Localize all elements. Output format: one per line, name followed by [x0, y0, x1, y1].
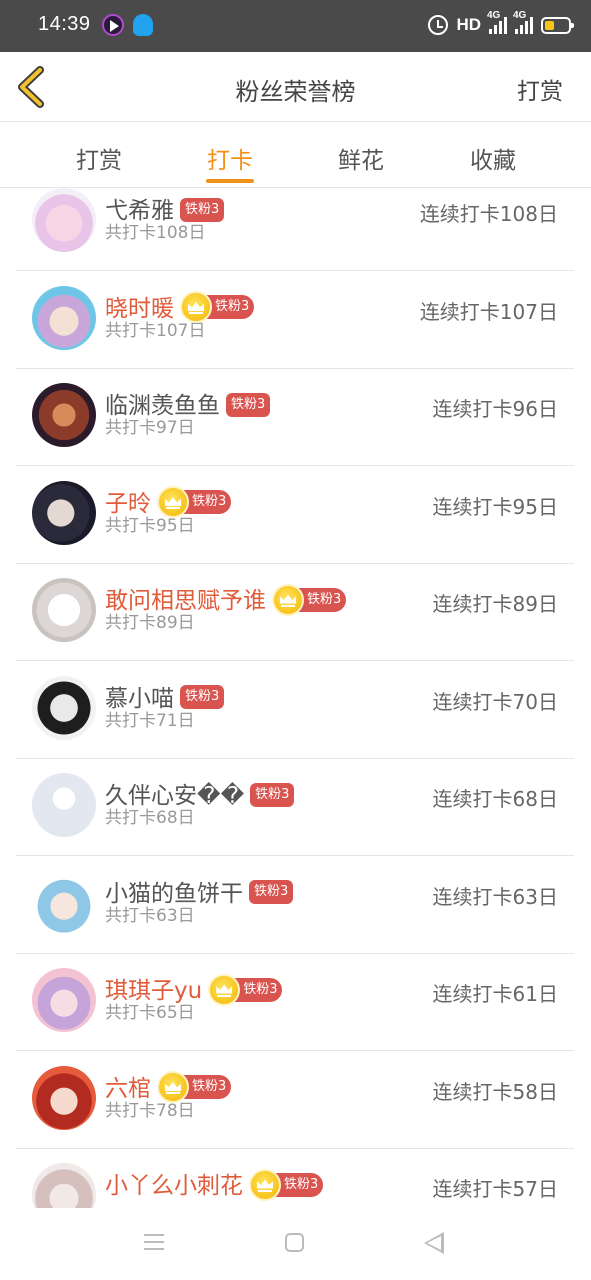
fan-level-badge: 铁粉3 [250, 782, 295, 807]
signal-label: 4G [513, 10, 527, 21]
avatar[interactable] [32, 188, 96, 252]
crown-icon [180, 291, 212, 323]
hd-label: HD [456, 15, 481, 34]
list-item[interactable]: 子昤 铁粉3 共打卡95日 连续打卡95日 [16, 466, 574, 564]
fan-badges: 铁粉3 [180, 291, 255, 323]
fan-badges: 铁粉3 [249, 880, 294, 904]
video-app-icon [102, 14, 124, 36]
streak-count: 连续打卡96日 [432, 397, 558, 421]
fan-name-text: 小丫么小刺花 [105, 1173, 243, 1199]
signal-label: 4G [487, 10, 501, 21]
list-item[interactable]: 小丫么小刺花 铁粉3 连续打卡57日 [16, 1148, 574, 1208]
list-item[interactable]: 弋希雅 铁粉3 共打卡108日 连续打卡108日 [16, 188, 574, 271]
streak-count: 连续打卡68日 [432, 787, 558, 811]
status-time: 14:39 [38, 13, 91, 35]
list-item[interactable]: 六棺 铁粉3 共打卡78日 连续打卡58日 [16, 1051, 574, 1149]
home-icon[interactable] [285, 1233, 304, 1252]
tab-bar: 打赏 打卡 鲜花 收藏 [0, 123, 591, 188]
list-item[interactable]: 临渊羡鱼鱼 铁粉3 共打卡97日 连续打卡96日 [16, 368, 574, 466]
avatar[interactable] [32, 285, 96, 350]
streak-count: 连续打卡89日 [432, 592, 558, 616]
status-indicators: HD 4G 4G [428, 10, 574, 38]
fan-level-badge: 铁粉3 [249, 880, 294, 904]
avatar[interactable] [32, 773, 96, 837]
fan-badges: 铁粉3 [208, 973, 283, 1006]
battery-icon [541, 16, 574, 34]
fan-badges: 铁粉3 [226, 392, 271, 417]
list-item[interactable]: 敢问相思赋予谁 铁粉3 共打卡89日 连续打卡89日 [16, 563, 574, 661]
list-item[interactable]: 晓时暖 铁粉3 共打卡107日 连续打卡107日 [16, 271, 574, 369]
list-item[interactable]: 琪琪子yu 铁粉3 共打卡65日 连续打卡61日 [16, 953, 574, 1051]
crown-icon [272, 583, 304, 616]
avatar[interactable] [32, 383, 96, 447]
fan-level-badge: 铁粉3 [226, 392, 271, 417]
avatar[interactable] [32, 578, 96, 642]
status-bar: 14:39 HD 4G 4G [0, 0, 591, 52]
alarm-icon [428, 15, 449, 35]
fan-name: 小丫么小刺花 铁粉3 [105, 1166, 324, 1203]
fan-badges: 铁粉3 [249, 1168, 324, 1201]
streak-count: 连续打卡58日 [432, 1079, 558, 1104]
fan-level-badge: 铁粉3 [298, 587, 347, 612]
total-checkins: 共打卡89日 [105, 613, 195, 633]
fan-level-badge: 铁粉3 [234, 977, 283, 1002]
signal-icon: 4G [513, 10, 533, 34]
tab-flowers[interactable]: 鲜花 [311, 141, 411, 175]
fan-level-badge: 铁粉3 [206, 295, 255, 319]
total-checkins: 共打卡68日 [105, 808, 195, 828]
avatar[interactable] [32, 675, 96, 740]
tab-underline [206, 179, 254, 183]
fan-badges: 铁粉3 [272, 583, 347, 616]
streak-count: 连续打卡70日 [432, 689, 558, 714]
tab-reward[interactable]: 打赏 [49, 141, 149, 175]
list-item[interactable]: 久伴心安�� 铁粉3 共打卡68日 连续打卡68日 [16, 758, 574, 856]
avatar[interactable] [32, 480, 96, 545]
avatar[interactable] [32, 1163, 96, 1208]
total-checkins: 共打卡108日 [105, 223, 206, 243]
fan-badges: 铁粉3 [250, 782, 295, 807]
streak-count: 连续打卡57日 [432, 1177, 558, 1201]
list-item[interactable]: 慕小喵 铁粉3 共打卡71日 连续打卡70日 [16, 661, 574, 759]
header: 粉丝荣誉榜 打赏 [0, 52, 591, 122]
tab-checkin[interactable]: 打卡 [180, 141, 280, 175]
total-checkins: 共打卡71日 [105, 710, 195, 731]
system-nav-bar [0, 1208, 591, 1280]
streak-count: 连续打卡63日 [432, 884, 558, 909]
total-checkins: 共打卡63日 [105, 905, 195, 926]
avatar[interactable] [32, 968, 96, 1032]
avatar[interactable] [32, 870, 96, 935]
back-icon[interactable] [424, 1232, 444, 1254]
avatar[interactable] [32, 1065, 96, 1130]
fan-level-badge: 铁粉3 [275, 1172, 324, 1197]
reward-button[interactable]: 打赏 [517, 72, 563, 106]
signal-icon: 4G [487, 10, 507, 34]
streak-count: 连续打卡95日 [432, 494, 558, 519]
streak-count: 连续打卡107日 [419, 299, 558, 324]
page-title: 粉丝荣誉榜 [235, 78, 356, 106]
total-checkins: 共打卡65日 [105, 1003, 195, 1023]
tab-favorites[interactable]: 收藏 [443, 141, 543, 175]
crown-icon [249, 1168, 281, 1201]
list-item[interactable]: 小猫的鱼饼干 铁粉3 共打卡63日 连续打卡63日 [16, 856, 574, 954]
crown-icon [208, 973, 241, 1006]
streak-count: 连续打卡61日 [432, 982, 558, 1006]
crown-icon [157, 1071, 189, 1103]
qq-app-icon [133, 14, 153, 36]
total-checkins: 共打卡97日 [105, 418, 195, 438]
menu-icon[interactable] [144, 1234, 164, 1250]
crown-icon [157, 486, 189, 518]
fan-list[interactable]: 弋希雅 铁粉3 共打卡108日 连续打卡108日 晓时暖 铁粉3 共打卡107日 连续打卡10… [16, 188, 574, 1208]
streak-count: 连续打卡108日 [419, 202, 558, 226]
